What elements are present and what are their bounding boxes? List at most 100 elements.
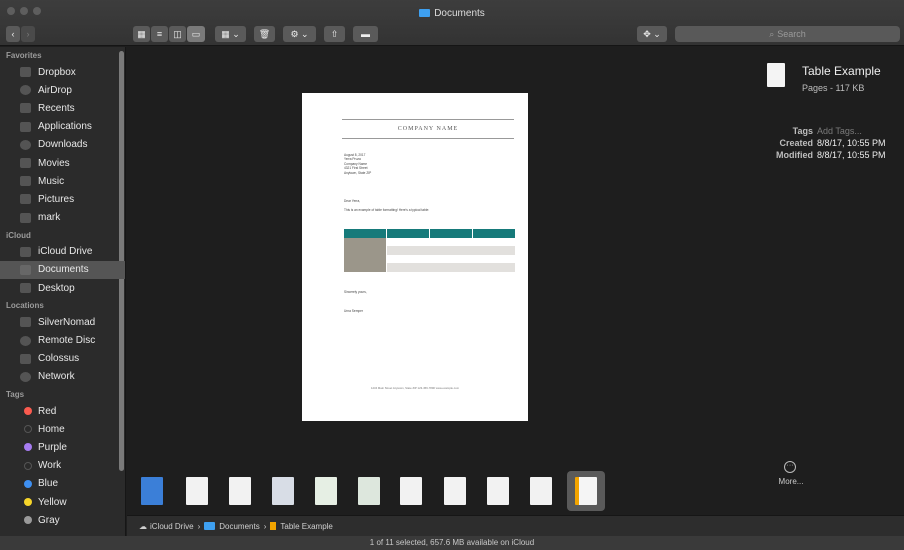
address-line: Anytown, State ZIP [344, 170, 372, 175]
path-segment[interactable]: Documents [219, 522, 259, 531]
sidebar-heading-locations: Locations [6, 301, 44, 311]
path-segment[interactable]: Table Example [280, 522, 332, 531]
sidebar-item-downloads[interactable]: Downloads [0, 136, 125, 154]
empty-tag-dot-icon [24, 425, 32, 434]
list-icon: ≡ [156, 29, 163, 39]
diagram-thumbnail[interactable] [487, 477, 509, 505]
folder-icon [419, 9, 431, 17]
delete-button[interactable]: 🗑 [254, 26, 275, 42]
finder-window: Documents ‹ › ▦ ≡ ◫ ▭ ▦ ⌄ 🗑 ⚙ ⌄ ⇧ ▬ ✥ ⌄ … [0, 0, 904, 550]
sidebar-item-label: Pictures [38, 193, 75, 205]
document-thumbnail[interactable] [229, 477, 251, 505]
document-table [344, 229, 516, 272]
diagram-thumbnail[interactable] [400, 477, 422, 505]
action-menu-button[interactable]: ⚙ ⌄ [283, 26, 316, 42]
list-view-button[interactable]: ≡ [151, 26, 168, 42]
group-by-button[interactable]: ▦ ⌄ [215, 26, 246, 42]
sidebar-item-label: mark [38, 212, 61, 224]
sidebar-item-label: Recents [38, 102, 75, 114]
sidebar-item-colossus[interactable]: Colossus [0, 350, 125, 368]
sidebar-item-recents[interactable]: Recents [0, 99, 125, 117]
column-view-button[interactable]: ◫ [169, 26, 186, 42]
pictures-icon [20, 194, 31, 205]
diagram-thumbnail[interactable] [444, 477, 466, 505]
window-title-text: Documents [434, 8, 485, 19]
gallery-view-button[interactable]: ▭ [187, 26, 205, 42]
document-thumbnail[interactable] [315, 477, 337, 505]
sidebar-item-label: Gray [38, 514, 60, 526]
path-segment[interactable]: iCloud Drive [150, 522, 194, 531]
sidebar-item-movies[interactable]: Movies [0, 154, 125, 172]
jpeg-file-thumbnail[interactable] [272, 477, 294, 505]
sidebar-item-desktop[interactable]: Desktop [0, 279, 125, 297]
tags-label: Tags [792, 126, 813, 136]
sidebar-tag-purple[interactable]: Purple [0, 438, 125, 456]
document-signature: Urna Semper [344, 309, 363, 313]
path-separator-icon: › [263, 521, 267, 531]
sidebar-tag-work[interactable]: Work [0, 457, 125, 475]
sidebar-heading-tags: Tags [6, 390, 25, 399]
sidebar-item-silvernomad[interactable]: SilverNomad [0, 313, 125, 331]
sidebar-tag-yellow[interactable]: Yellow [0, 493, 125, 511]
table-header-row [344, 229, 516, 238]
empty-tag-dot-icon [24, 461, 32, 470]
sidebar-item-label: Network [38, 371, 75, 383]
sidebar-item-dropbox[interactable]: Dropbox [0, 63, 125, 81]
document-address-block: August 8, 2017 Yerra Pruza Company Name … [344, 153, 371, 175]
share-button[interactable]: ⇧ [324, 26, 345, 42]
sidebar-item-label: Music [38, 175, 65, 187]
sidebar-item-label: Blue [38, 478, 59, 490]
sidebar-item-remote-disc[interactable]: Remote Disc [0, 331, 125, 349]
sidebar-tag-home[interactable]: Home [0, 420, 125, 438]
sidebar-item-label: Movies [38, 157, 70, 169]
sidebar-item-pictures[interactable]: Pictures [0, 190, 125, 208]
modified-label: Modified [776, 150, 813, 160]
document-thumbnail[interactable] [186, 477, 208, 505]
more-icon[interactable]: ··· [784, 461, 796, 473]
sidebar-item-airdrop[interactable]: AirDrop [0, 81, 125, 99]
chevron-right-icon: › [26, 29, 30, 39]
sidebar-item-label: Remote Disc [38, 335, 96, 347]
pages-file-thumbnail[interactable] [575, 477, 597, 505]
sidebar-item-label: Work [38, 460, 62, 472]
laptop-icon [20, 317, 31, 328]
status-bar: 1 of 11 selected, 657.6 MB available on … [0, 536, 904, 550]
disc-icon [20, 335, 31, 346]
info-panel: Table Example Pages - 117 KB Tags Add Ta… [755, 47, 904, 515]
columns-icon: ◫ [173, 28, 182, 39]
back-button[interactable]: ‹ [6, 26, 20, 42]
sidebar-item-music[interactable]: Music [0, 172, 125, 190]
add-tags-field[interactable]: Add Tags... [817, 126, 862, 136]
document-page-preview[interactable]: COMPANY NAME August 8, 2017 Yerra Pruza … [302, 93, 528, 421]
search-field[interactable]: ⌕ Search [675, 26, 900, 42]
sidebar-tag-gray[interactable]: Gray [0, 511, 125, 529]
document-footer: 1234 Main Street Anytown, State ZIP 123-… [370, 386, 460, 390]
sidebar-item-mark[interactable]: mark [0, 209, 125, 227]
yellow-tag-dot-icon [24, 498, 32, 507]
info-file-name: Table Example [802, 64, 881, 78]
document-thumbnail[interactable] [358, 477, 380, 505]
info-kind-size: Pages - 117 KB [802, 83, 865, 93]
sidebar-item-label: Yellow [38, 496, 67, 508]
document-thumbnail[interactable] [530, 477, 552, 505]
sidebar-tag-blue[interactable]: Blue [0, 475, 125, 493]
sidebar-item-label: Applications [38, 121, 92, 133]
modified-value: 8/8/17, 10:55 PM [817, 150, 886, 160]
sidebar-item-label: Purple [38, 441, 67, 453]
sidebar-item-icloud-drive[interactable]: iCloud Drive [0, 243, 125, 261]
forward-button[interactable]: › [21, 26, 35, 42]
sidebar-item-applications[interactable]: Applications [0, 118, 125, 136]
home-icon [20, 212, 31, 223]
sidebar-item-network[interactable]: Network [0, 368, 125, 386]
icon-view-button[interactable]: ▦ [133, 26, 150, 42]
blue-tag-dot-icon [24, 479, 32, 488]
more-button[interactable]: More... [755, 477, 827, 486]
chevron-left-icon: ‹ [11, 29, 15, 39]
tags-button[interactable]: ▬ [353, 26, 378, 42]
sidebar-item-documents[interactable]: Documents [0, 260, 125, 280]
dropbox-menu-button[interactable]: ✥ ⌄ [637, 26, 667, 42]
sidebar-tag-red[interactable]: Red [0, 402, 125, 420]
keynote-file-thumbnail[interactable] [141, 477, 163, 505]
sidebar-item-label: iCloud Drive [38, 246, 93, 258]
downloads-icon [20, 139, 31, 150]
